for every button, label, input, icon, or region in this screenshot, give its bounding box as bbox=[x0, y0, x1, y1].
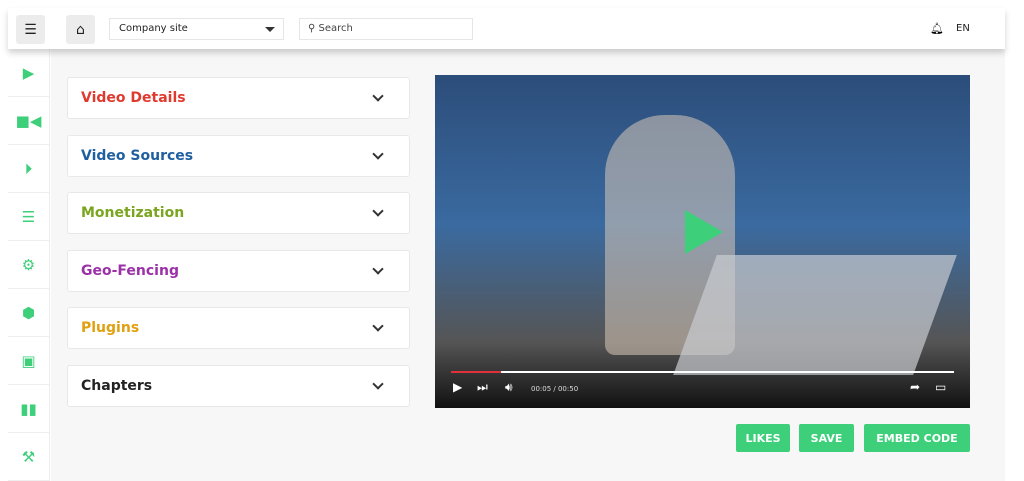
progress-bar[interactable] bbox=[451, 371, 954, 373]
embed-code-button[interactable]: EMBED CODE bbox=[864, 424, 970, 452]
chevron-down-icon bbox=[372, 320, 384, 332]
accordion-label: Chapters bbox=[81, 378, 153, 394]
sidebar-item-settings[interactable]: ⚙ bbox=[8, 241, 49, 289]
next-icon[interactable]: ⏭ bbox=[477, 380, 488, 395]
hamburger-icon: ☰ bbox=[24, 21, 37, 38]
menu-button[interactable]: ☰ bbox=[16, 15, 45, 44]
site-select[interactable]: Company site bbox=[109, 18, 284, 40]
sidebar-item-list[interactable]: ☰ bbox=[8, 193, 49, 241]
progress-fill bbox=[451, 371, 502, 373]
sidebar-item-tools[interactable]: ⚒ bbox=[8, 433, 49, 481]
caret-down-icon bbox=[265, 27, 275, 32]
accordion-label: Video Sources bbox=[81, 148, 194, 164]
top-bar: ☰ ⌂ Company site ⚲ Search 🔔︎ EN bbox=[8, 8, 1005, 49]
chevron-down-icon bbox=[372, 263, 384, 275]
cube-icon: ⬢ bbox=[21, 303, 36, 322]
sidebar-item-player[interactable]: ⏵ bbox=[8, 145, 49, 193]
video-camera-icon: ■◀ bbox=[15, 111, 42, 130]
accordion-plugins[interactable]: Plugins bbox=[67, 307, 410, 349]
site-select-value: Company site bbox=[119, 23, 188, 34]
sidebar-item-analytics[interactable]: ▮▮ bbox=[8, 385, 49, 433]
pip-icon[interactable]: ▭ bbox=[935, 380, 946, 394]
play-overlay-icon[interactable] bbox=[685, 210, 723, 254]
chevron-down-icon bbox=[372, 148, 384, 160]
play-circle-icon: ⏵ bbox=[24, 159, 33, 178]
accordion-label: Geo-Fencing bbox=[81, 263, 179, 279]
accordion-label: Video Details bbox=[81, 90, 186, 106]
home-button[interactable]: ⌂ bbox=[66, 15, 95, 44]
sidebar: ▶ ■◀ ⏵ ☰ ⚙ ⬢ ▣ ▮▮ ⚒ bbox=[8, 49, 50, 481]
home-icon: ⌂ bbox=[76, 21, 85, 38]
video-thumbnail-laptop bbox=[673, 255, 957, 375]
accordion-monetization[interactable]: Monetization bbox=[67, 192, 410, 234]
play-icon[interactable]: ▶ bbox=[453, 380, 462, 394]
accordion-video-sources[interactable]: Video Sources bbox=[67, 135, 410, 177]
bar-chart-icon: ▮▮ bbox=[20, 399, 37, 418]
search-placeholder: Search bbox=[318, 23, 353, 34]
likes-button[interactable]: LIKES bbox=[736, 424, 790, 452]
language-selector[interactable]: EN bbox=[956, 23, 970, 34]
accordion-geo-fencing[interactable]: Geo-Fencing bbox=[67, 250, 410, 292]
accordion-label: Plugins bbox=[81, 320, 140, 336]
image-icon: ▣ bbox=[21, 351, 36, 370]
gavel-icon: ⚒ bbox=[21, 447, 36, 466]
youtube-icon: ▶ bbox=[22, 63, 35, 82]
accordion-chapters[interactable]: Chapters bbox=[67, 365, 410, 407]
bell-icon[interactable]: 🔔︎ bbox=[930, 22, 944, 35]
sidebar-item-youtube[interactable]: ▶ bbox=[8, 49, 49, 97]
accordion-label: Monetization bbox=[81, 205, 185, 221]
chevron-down-icon bbox=[372, 378, 384, 390]
volume-icon[interactable]: 🔊︎ bbox=[505, 380, 513, 395]
chevron-down-icon bbox=[372, 205, 384, 217]
list-icon: ☰ bbox=[21, 207, 36, 226]
search-icon: ⚲ bbox=[308, 23, 319, 34]
sidebar-item-video[interactable]: ■◀ bbox=[8, 97, 49, 145]
video-player[interactable]: ▶ ⏭ 🔊︎ 00:05 / 00:50 ➦ ▭ bbox=[435, 75, 970, 408]
chevron-down-icon bbox=[372, 90, 384, 102]
search-input[interactable]: ⚲ Search bbox=[299, 18, 473, 40]
time-display: 00:05 / 00:50 bbox=[531, 385, 579, 393]
save-button[interactable]: SAVE bbox=[799, 424, 854, 452]
gear-icon: ⚙ bbox=[21, 255, 36, 274]
share-icon[interactable]: ➦ bbox=[910, 380, 920, 394]
accordion-video-details[interactable]: Video Details bbox=[67, 77, 410, 119]
sidebar-item-plugins[interactable]: ⬢ bbox=[8, 289, 49, 337]
main-content: Video Details Video Sources Monetization… bbox=[51, 49, 1005, 481]
sidebar-item-media[interactable]: ▣ bbox=[8, 337, 49, 385]
